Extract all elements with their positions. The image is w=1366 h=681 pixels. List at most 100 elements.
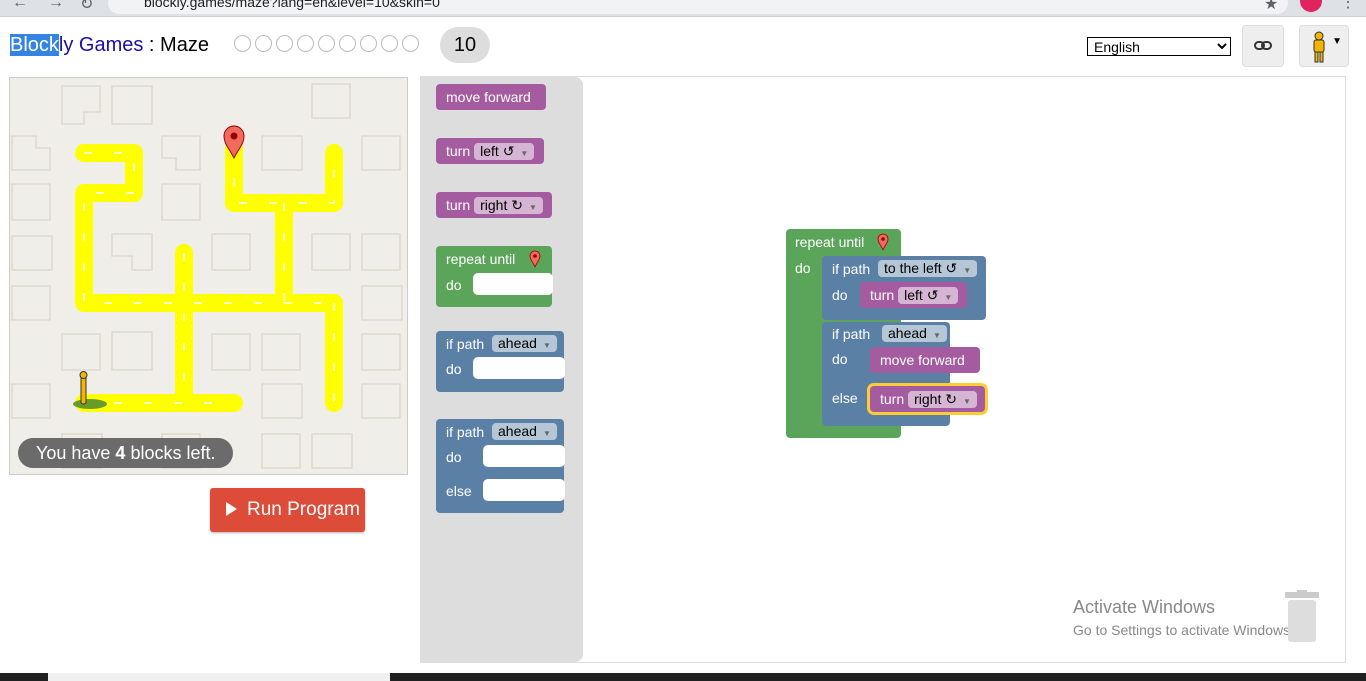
dropdown-value: ahead bbox=[498, 423, 537, 439]
maze-display bbox=[9, 77, 408, 475]
dropdown-arrow-icon: ▼ bbox=[932, 331, 941, 340]
turn-direction-dropdown[interactable]: left ↺ ▼ bbox=[898, 287, 959, 304]
taskbar-search-box[interactable] bbox=[48, 673, 390, 681]
dropdown-value: right ↻ bbox=[480, 197, 523, 213]
back-icon[interactable]: ← bbox=[12, 0, 28, 12]
blockly-games-link[interactable]: Blockly Games bbox=[10, 34, 143, 56]
move-forward-label: move forward bbox=[880, 352, 965, 368]
turn-direction-dropdown[interactable]: left ↺ ▼ bbox=[474, 143, 535, 160]
link-button[interactable] bbox=[1242, 25, 1284, 67]
level-4-link[interactable] bbox=[297, 35, 314, 52]
if-path-label: if path bbox=[832, 326, 871, 342]
do-statement-slot bbox=[483, 445, 565, 467]
dropdown-value: left ↺ bbox=[480, 143, 515, 159]
do-label: do bbox=[446, 361, 462, 377]
statement-slot bbox=[473, 273, 553, 295]
toolbox-turn-right-block[interactable]: turn right ↻ ▼ bbox=[436, 192, 552, 218]
pegman-skin-button[interactable]: ▼ bbox=[1299, 25, 1349, 67]
dropdown-value: left ↺ bbox=[904, 287, 939, 303]
blocks-left-count: 4 bbox=[115, 443, 126, 463]
program-move-forward-block[interactable]: move forward bbox=[870, 347, 980, 373]
path-direction-dropdown[interactable]: to the left ↺ ▼ bbox=[878, 260, 978, 277]
browser-menu-icon[interactable]: ⋮ bbox=[1340, 0, 1356, 12]
path-direction-dropdown[interactable]: ahead ▼ bbox=[492, 335, 557, 352]
windows-taskbar bbox=[0, 673, 1366, 681]
toolbox-turn-left-block[interactable]: turn left ↺ ▼ bbox=[436, 138, 544, 164]
level-7-link[interactable] bbox=[360, 35, 377, 52]
program-turn-right-block[interactable]: turn right ↻ ▼ bbox=[870, 386, 985, 412]
browser-toolbar: ← → ↻ blockly.games/maze?lang=en&level=1… bbox=[0, 0, 1366, 17]
move-forward-label: move forward bbox=[446, 89, 531, 105]
turn-direction-dropdown[interactable]: right ↻ ▼ bbox=[908, 391, 977, 408]
blocks-left-prefix: You have bbox=[36, 443, 116, 463]
game-name: Maze bbox=[160, 34, 209, 56]
do-label: do bbox=[446, 277, 462, 293]
level-2-link[interactable] bbox=[255, 35, 272, 52]
statement-slot bbox=[473, 357, 565, 379]
activate-windows-subtitle: Go to Settings to activate Windows. bbox=[1073, 622, 1294, 638]
address-text: blockly.games/maze?lang=en&level=10&skin… bbox=[144, 0, 440, 10]
turn-label: turn bbox=[880, 391, 905, 407]
level-9-link[interactable] bbox=[402, 35, 419, 52]
if-path-label: if path bbox=[446, 336, 485, 352]
level-5-link[interactable] bbox=[318, 35, 335, 52]
reload-icon[interactable]: ↻ bbox=[80, 0, 93, 14]
toolbox-if-else-path-block[interactable]: if path ahead ▼ do else bbox=[436, 419, 565, 513]
run-program-button[interactable]: Run Program bbox=[210, 488, 365, 532]
goal-marker-icon bbox=[877, 233, 889, 251]
language-select[interactable]: English bbox=[1087, 37, 1231, 56]
trash-can-icon[interactable] bbox=[1285, 590, 1319, 642]
activate-windows-title: Activate Windows bbox=[1073, 597, 1216, 617]
activate-windows-watermark: Activate Windows Go to Settings to activ… bbox=[1073, 597, 1294, 638]
dropdown-arrow-icon: ▼ bbox=[542, 429, 551, 438]
repeat-until-label: repeat until bbox=[795, 234, 865, 250]
path-direction-dropdown[interactable]: ahead ▼ bbox=[882, 325, 947, 342]
toolbox-if-path-block[interactable]: if path ahead ▼ do bbox=[436, 331, 565, 392]
if-path-label: if path bbox=[832, 261, 871, 277]
blocks-left-suffix: blocks left. bbox=[125, 443, 216, 463]
title-separator: : bbox=[143, 34, 161, 56]
level-8-link[interactable] bbox=[381, 35, 398, 52]
do-label: do bbox=[832, 287, 848, 303]
goal-marker-icon bbox=[529, 250, 541, 268]
page-title: Blockly Games : Maze bbox=[10, 34, 209, 57]
title-selected-text: Block bbox=[10, 34, 59, 56]
level-3-link[interactable] bbox=[276, 35, 293, 52]
toolbox-repeat-until-block[interactable]: repeat until do bbox=[436, 246, 553, 307]
address-bar[interactable]: blockly.games/maze?lang=en&level=10&skin… bbox=[108, 0, 1288, 14]
dropdown-value: to the left ↺ bbox=[884, 260, 958, 276]
bookmark-star-icon[interactable]: ★ bbox=[1264, 0, 1278, 14]
dropdown-arrow-icon: ▼ bbox=[944, 293, 953, 302]
pegman-player-icon bbox=[73, 371, 107, 409]
maze-path bbox=[75, 139, 343, 412]
if-path-label: if path bbox=[446, 424, 485, 440]
else-label: else bbox=[446, 483, 472, 499]
turn-direction-dropdown[interactable]: right ↻ ▼ bbox=[474, 197, 543, 214]
current-level-badge[interactable]: 10 bbox=[440, 27, 490, 63]
dropdown-arrow-icon: ▼ bbox=[528, 203, 537, 212]
dropdown-arrow-icon: ▼ bbox=[962, 397, 971, 406]
link-icon bbox=[1254, 41, 1272, 50]
forward-icon[interactable]: → bbox=[48, 0, 64, 12]
repeat-until-label: repeat until bbox=[446, 251, 516, 267]
else-statement-slot bbox=[483, 479, 565, 501]
level-selector bbox=[234, 35, 419, 52]
toolbox-flyout: move forward turn left ↺ ▼ turn right ↻ ▼ re… bbox=[421, 77, 583, 662]
turn-label: turn bbox=[446, 143, 471, 159]
toolbox-move-forward-block[interactable]: move forward bbox=[436, 84, 546, 110]
do-label: do bbox=[446, 449, 462, 465]
level-6-link[interactable] bbox=[339, 35, 356, 52]
dropdown-value: right ↻ bbox=[914, 391, 957, 407]
turn-label: turn bbox=[870, 287, 895, 303]
maze-svg bbox=[11, 83, 403, 469]
dropdown-arrow-icon: ▼ bbox=[963, 266, 972, 275]
blocks-left-capacity: You have 4 blocks left. bbox=[18, 438, 234, 468]
program-turn-left-block[interactable]: turn left ↺ ▼ bbox=[860, 282, 967, 308]
path-direction-dropdown[interactable]: ahead ▼ bbox=[492, 423, 557, 440]
level-1-link[interactable] bbox=[234, 35, 251, 52]
profile-avatar[interactable] bbox=[1300, 0, 1322, 12]
dropdown-arrow-icon: ▼ bbox=[520, 149, 529, 158]
dropdown-value: ahead bbox=[888, 325, 927, 341]
run-program-label: Run Program bbox=[247, 499, 360, 520]
dropdown-value: ahead bbox=[498, 335, 537, 351]
